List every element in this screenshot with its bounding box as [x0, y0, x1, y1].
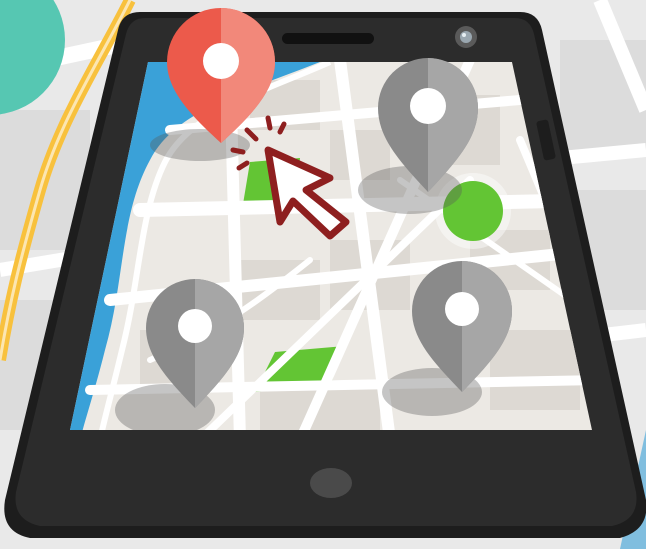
map-phone-illustration: [0, 0, 646, 549]
screen-map: [70, 62, 592, 430]
home-button-icon[interactable]: [310, 468, 352, 498]
front-camera-icon: [455, 26, 477, 48]
screen: [70, 62, 592, 430]
speaker-grille-icon: [282, 33, 374, 44]
